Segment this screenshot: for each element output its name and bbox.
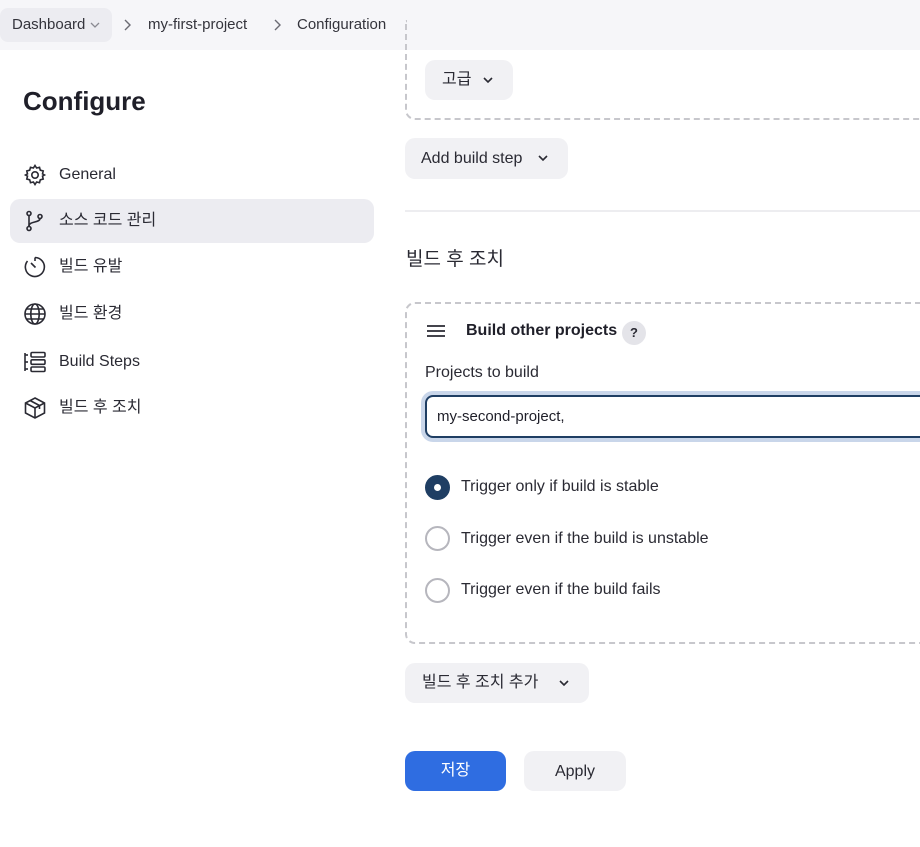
radio-trigger-stable[interactable] bbox=[425, 475, 450, 500]
sidebar-item-label: Build Steps bbox=[59, 353, 140, 370]
sidebar-item-label: 빌드 후 조치 bbox=[59, 399, 142, 416]
radio-trigger-fails-label[interactable]: Trigger even if the build fails bbox=[461, 581, 661, 599]
breadcrumb-project[interactable]: my-first-project bbox=[148, 0, 247, 50]
add-build-step-button[interactable]: Add build step bbox=[405, 138, 568, 179]
radio-trigger-unstable[interactable] bbox=[425, 526, 450, 551]
projects-to-build-label: Projects to build bbox=[425, 364, 539, 381]
add-post-build-action-button[interactable]: 빌드 후 조치 추가 bbox=[405, 663, 589, 703]
breadcrumb-configuration[interactable]: Configuration bbox=[297, 0, 386, 50]
chevron-down-icon bbox=[483, 77, 493, 84]
chevron-right-icon bbox=[124, 19, 131, 31]
help-icon[interactable]: ? bbox=[622, 321, 646, 345]
save-button[interactable]: 저장 bbox=[405, 751, 506, 791]
page-title: Configure bbox=[23, 86, 146, 116]
add-post-build-label: 빌드 후 조치 추가 bbox=[422, 674, 539, 691]
sidebar-item-post-build[interactable]: 빌드 후 조치 bbox=[10, 386, 374, 430]
package-icon bbox=[24, 397, 46, 419]
gear-icon bbox=[23, 164, 47, 186]
sidebar-item-label: 빌드 환경 bbox=[59, 305, 123, 322]
block-title: Build other projects bbox=[466, 322, 618, 339]
sidebar-item-label: General bbox=[59, 166, 116, 183]
post-build-heading: 빌드 후 조치 bbox=[406, 249, 504, 270]
projects-to-build-input[interactable] bbox=[437, 397, 920, 436]
sidebar-item-build-steps[interactable]: Build Steps bbox=[10, 340, 374, 384]
timer-icon bbox=[24, 256, 46, 278]
sidebar-item-source-code[interactable]: 소스 코드 관리 bbox=[10, 199, 374, 243]
globe-icon bbox=[24, 303, 46, 325]
sidebar-item-label: 빌드 유발 bbox=[59, 258, 123, 275]
radio-trigger-unstable-label[interactable]: Trigger even if the build is unstable bbox=[461, 530, 709, 548]
breadcrumb-dashboard-label: Dashboard bbox=[12, 16, 86, 33]
drag-handle-icon[interactable] bbox=[426, 324, 446, 338]
advanced-button[interactable]: 고급 bbox=[425, 60, 513, 100]
sidebar-item-label: 소스 코드 관리 bbox=[59, 212, 157, 229]
git-branch-icon bbox=[26, 210, 43, 232]
radio-trigger-fails[interactable] bbox=[425, 578, 450, 603]
chevron-down-icon bbox=[538, 155, 548, 162]
add-build-step-label: Add build step bbox=[421, 150, 523, 167]
breadcrumb-dashboard[interactable]: Dashboard bbox=[0, 8, 112, 42]
sidebar-item-build-triggers[interactable]: 빌드 유발 bbox=[10, 245, 374, 289]
section-divider bbox=[405, 210, 920, 212]
radio-trigger-stable-label[interactable]: Trigger only if build is stable bbox=[461, 478, 659, 496]
chevron-down-icon bbox=[559, 680, 569, 687]
projects-to-build-field[interactable] bbox=[425, 395, 920, 438]
chevron-down-icon[interactable] bbox=[89, 19, 101, 31]
advanced-label: 고급 bbox=[442, 71, 472, 88]
sidebar-item-build-environment[interactable]: 빌드 환경 bbox=[10, 292, 374, 336]
list-steps-icon bbox=[24, 351, 46, 373]
sidebar-item-general[interactable]: General bbox=[10, 153, 374, 197]
apply-button[interactable]: Apply bbox=[524, 751, 626, 791]
chevron-right-icon bbox=[274, 19, 281, 31]
